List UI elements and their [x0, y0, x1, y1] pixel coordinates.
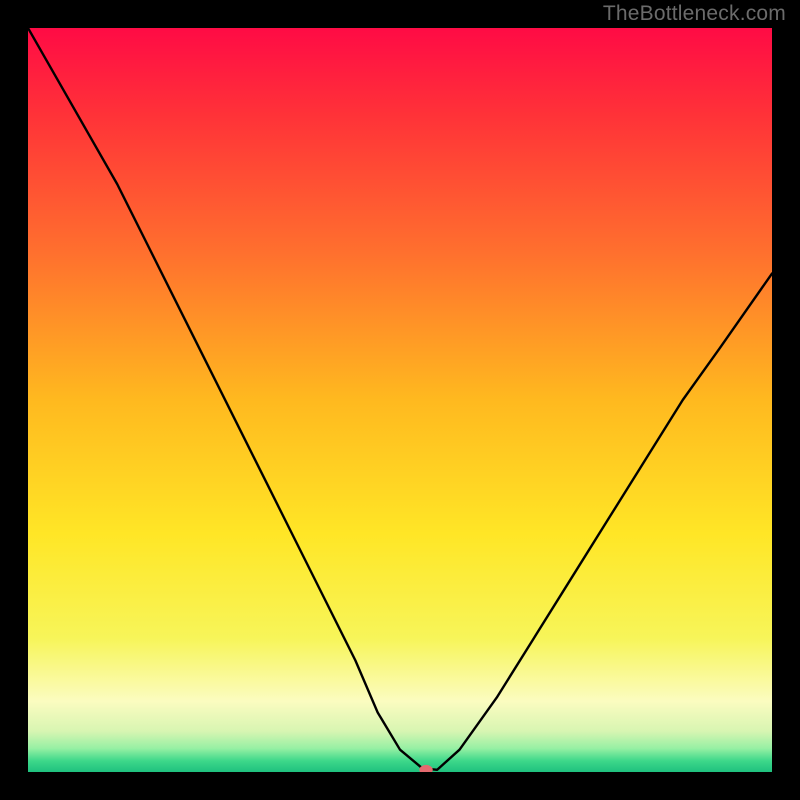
watermark-text: TheBottleneck.com [603, 2, 786, 26]
chart-svg [28, 28, 772, 772]
chart-background [28, 28, 772, 772]
chart-frame: TheBottleneck.com [0, 0, 800, 800]
plot-area [28, 28, 772, 772]
